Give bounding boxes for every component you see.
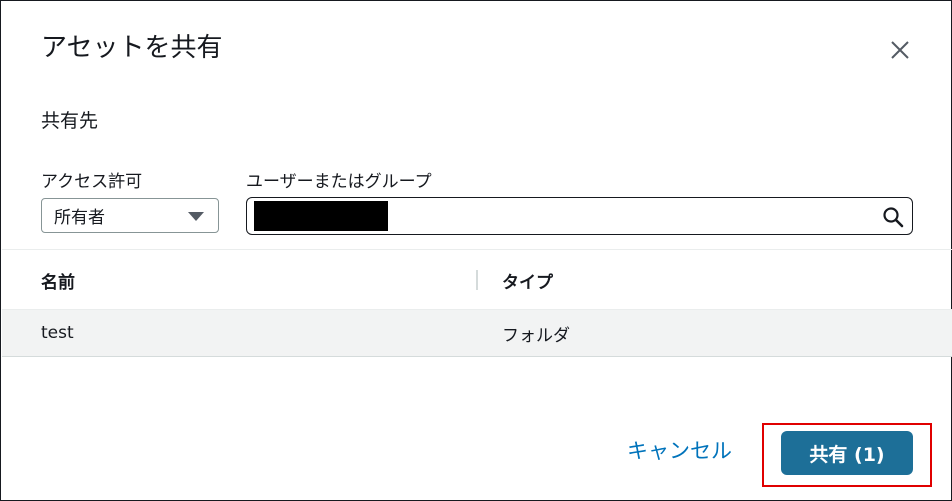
row-name-cell: test [41,323,74,343]
table-row[interactable]: test フォルダ [2,310,952,357]
close-icon [891,41,909,59]
access-permission-select[interactable]: 所有者 [41,198,219,233]
close-button[interactable] [885,35,915,65]
share-button[interactable]: 共有 (1) [781,431,913,475]
column-header-name[interactable]: 名前 [41,250,75,310]
caret-down-icon [188,212,204,221]
cancel-button[interactable]: キャンセル [627,437,732,465]
search-icon[interactable] [882,206,904,228]
access-permission-value: 所有者 [54,208,105,228]
column-header-type[interactable]: タイプ [502,250,553,310]
user-or-group-label: ユーザーまたはグループ [246,172,432,192]
share-asset-dialog: アセットを共有 共有先 アクセス許可 ユーザーまたはグループ 所有者 名前 タイ… [0,0,952,501]
assets-table: 名前 タイプ test フォルダ [2,249,952,357]
dialog-title: アセットを共有 [41,33,223,63]
share-to-label: 共有先 [41,110,99,132]
user-group-search-input[interactable] [246,197,913,235]
row-type-cell: フォルダ [502,325,570,346]
redacted-text [254,201,388,231]
access-permission-label: アクセス許可 [41,172,143,192]
column-divider[interactable] [476,270,478,290]
table-header: 名前 タイプ [2,249,952,310]
